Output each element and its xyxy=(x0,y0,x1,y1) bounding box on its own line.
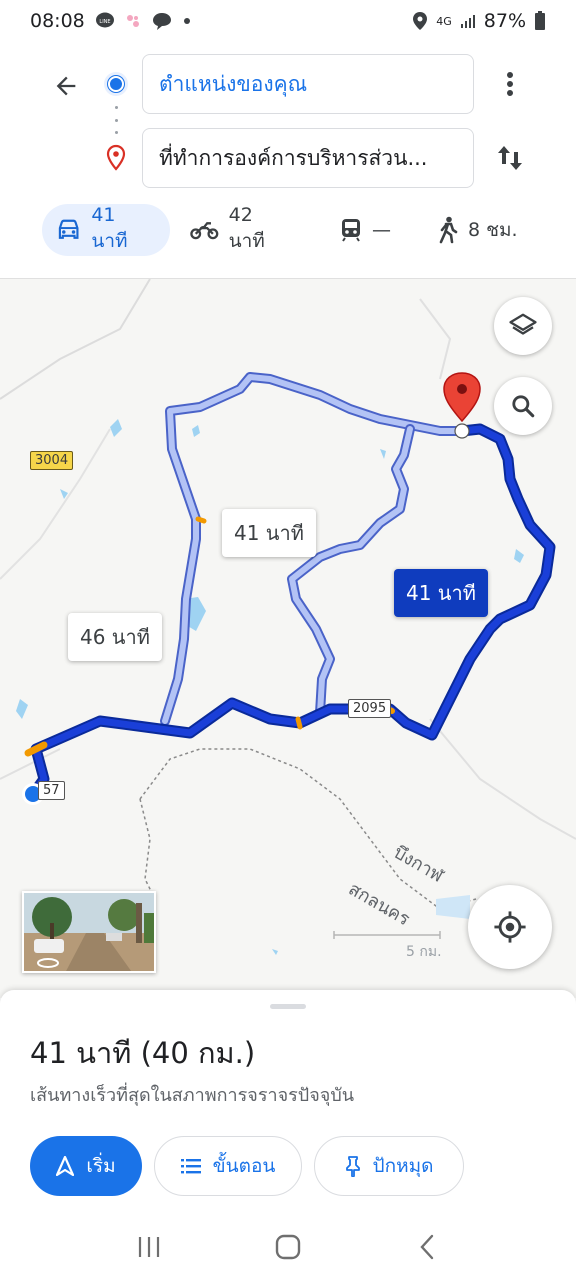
network-type: 4G xyxy=(436,14,452,28)
layers-icon xyxy=(509,313,537,335)
navigation-arrow-icon xyxy=(56,1156,75,1176)
system-nav-bar xyxy=(0,1214,576,1280)
more-options-button[interactable] xyxy=(490,62,530,106)
signal-icon xyxy=(460,13,476,29)
home-button[interactable] xyxy=(258,1222,318,1272)
pin-label: ปักหมุด xyxy=(372,1155,434,1177)
origin-text: ตำแหน่งของคุณ xyxy=(159,71,308,96)
swap-button[interactable] xyxy=(490,136,530,180)
start-button[interactable]: เริ่ม xyxy=(30,1136,142,1196)
destination-field[interactable]: ที่ทำการองค์การบริหารส่วน... xyxy=(142,128,474,188)
route-summary-sheet[interactable]: 41 นาที (40 กม.) เส้นทางเร็วที่สุดในสภาพ… xyxy=(0,990,576,1214)
search-along-route-button[interactable] xyxy=(494,377,552,435)
road-shield-57: 57 xyxy=(38,781,65,800)
mode-motorcycle-label: 42 นาที xyxy=(228,204,265,252)
mode-motorcycle[interactable]: 42 นาที xyxy=(176,204,306,256)
map-view[interactable]: 3004 2095 57 41 นาที 46 นาที 41 นาที บึง… xyxy=(0,278,576,998)
list-icon xyxy=(180,1159,201,1174)
pushpin-icon xyxy=(345,1156,360,1177)
svg-text:LINE: LINE xyxy=(99,19,110,25)
recents-icon xyxy=(139,1237,160,1257)
notification-icon xyxy=(125,13,141,29)
status-time: 08:08 xyxy=(30,10,85,32)
my-location-button[interactable] xyxy=(468,885,552,969)
sheet-drag-handle[interactable] xyxy=(270,1004,306,1009)
route-label-primary[interactable]: 41 นาที xyxy=(394,569,488,617)
chevron-left-icon xyxy=(420,1234,433,1260)
mode-walk-label: 8 ชม. xyxy=(468,219,518,241)
street-view-image xyxy=(24,893,154,971)
battery-percent: 87% xyxy=(483,10,526,32)
swap-vert-icon xyxy=(498,146,522,170)
action-buttons: เริ่ม ขั้นตอน ปักหมุด xyxy=(30,1136,464,1196)
back-arrow-icon xyxy=(56,76,76,96)
origin-field[interactable]: ตำแหน่งของคุณ xyxy=(142,54,474,114)
steps-button[interactable]: ขั้นตอน xyxy=(154,1136,302,1196)
destination-text: ที่ทำการองค์การบริหารส่วน... xyxy=(159,145,428,170)
route-label-alt1[interactable]: 41 นาที xyxy=(222,509,316,557)
search-icon xyxy=(512,395,535,418)
layers-button[interactable] xyxy=(494,297,552,355)
mode-transit[interactable]: — xyxy=(326,204,416,256)
recents-button[interactable] xyxy=(119,1222,179,1272)
route-label-alt2[interactable]: 46 นาที xyxy=(68,613,162,661)
home-icon xyxy=(275,1234,301,1260)
location-icon xyxy=(412,11,428,31)
scale-label: 5 กม. xyxy=(406,944,442,960)
motorcycle-icon xyxy=(190,222,219,240)
car-icon xyxy=(58,219,79,239)
mode-transit-label: — xyxy=(372,219,391,241)
road-shield-3004: 3004 xyxy=(30,451,74,470)
road-shield-2095: 2095 xyxy=(348,699,392,718)
crosshair-icon xyxy=(494,911,526,943)
battery-icon xyxy=(534,11,546,31)
walk-icon xyxy=(439,216,458,244)
train-icon xyxy=(342,219,360,242)
pin-button[interactable]: ปักหมุด xyxy=(314,1136,464,1196)
more-vert-icon xyxy=(507,72,513,96)
mode-car[interactable]: 41 นาที xyxy=(42,204,170,256)
mode-walk[interactable]: 8 ชม. xyxy=(424,204,534,256)
street-view-thumbnail[interactable] xyxy=(22,891,156,973)
travel-modes: 41 นาที 42 นาที — 8 ชม. xyxy=(0,204,576,256)
directions-header: ตำแหน่งของคุณ ที่ทำการองค์การบริหารส่วน.… xyxy=(0,42,576,278)
steps-label: ขั้นตอน xyxy=(212,1155,276,1177)
line-app-icon: LINE xyxy=(95,11,115,31)
status-right: 4G 87% xyxy=(412,10,546,32)
route-dots-icon xyxy=(114,106,118,134)
chat-bubble-icon xyxy=(151,11,173,31)
back-button[interactable] xyxy=(44,64,88,108)
start-label: เริ่ม xyxy=(86,1155,116,1177)
route-subtitle: เส้นทางเร็วที่สุดในสภาพการจราจรปัจจุบัน xyxy=(30,1085,355,1106)
destination-pin-icon xyxy=(104,144,128,172)
route-summary: 41 นาที (40 กม.) xyxy=(30,1036,256,1070)
status-bar: 08:08 LINE 4G 87% xyxy=(0,0,576,42)
status-left: 08:08 LINE xyxy=(30,10,191,32)
mode-car-label: 41 นาที xyxy=(91,204,128,252)
dot-icon xyxy=(183,17,191,25)
back-nav-button[interactable] xyxy=(397,1222,457,1272)
origin-dot-icon xyxy=(104,72,128,96)
